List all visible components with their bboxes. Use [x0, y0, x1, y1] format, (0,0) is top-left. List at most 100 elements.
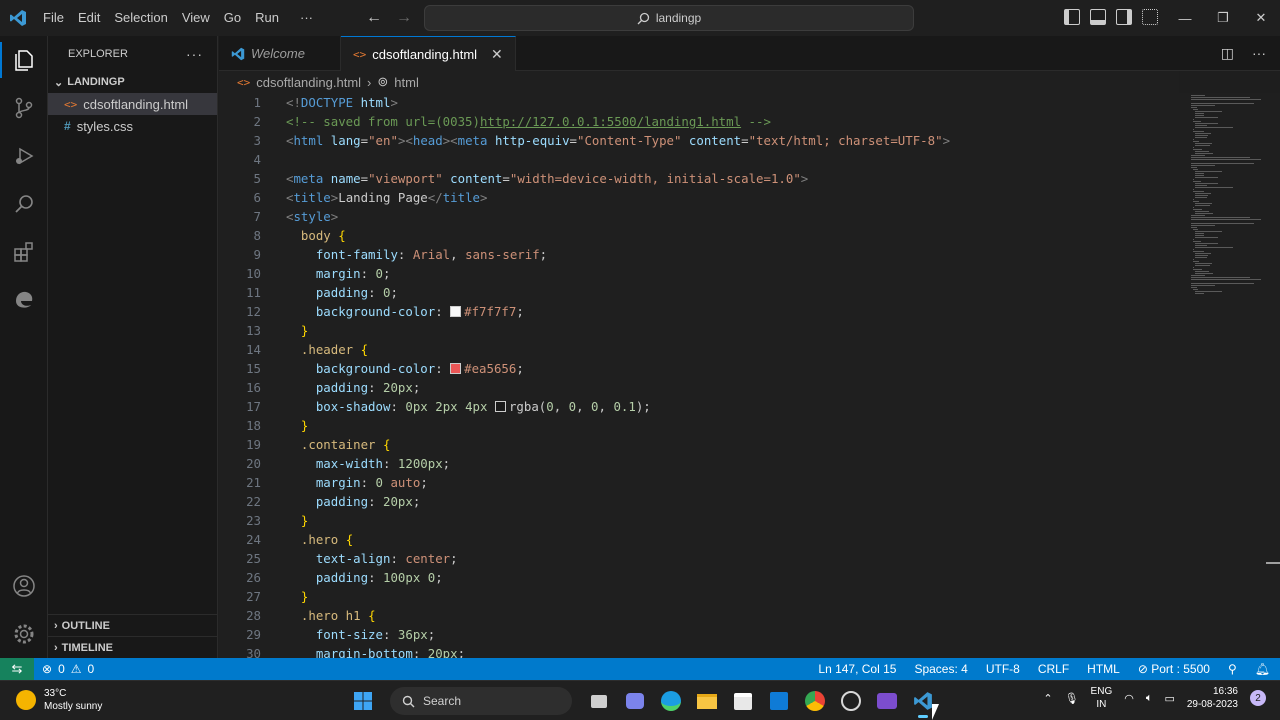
taskbar-search[interactable]: Search [390, 687, 572, 715]
split-editor-icon[interactable]: ◫ [1221, 45, 1234, 62]
minimap-line [1191, 277, 1250, 278]
minimap-line [1194, 237, 1218, 238]
timeline-section-header[interactable]: › TIMELINE [48, 636, 218, 658]
toggle-sidebar-icon[interactable] [1064, 9, 1080, 25]
minimap-line [1194, 293, 1204, 294]
minimize-icon[interactable]: — [1166, 0, 1204, 36]
wifi-icon[interactable]: ◠ [1124, 692, 1134, 705]
more-actions-icon[interactable]: ··· [186, 46, 203, 62]
volume-icon[interactable]: 🔈︎ [1146, 692, 1153, 705]
toggle-secondary-sidebar-icon[interactable] [1116, 9, 1132, 25]
minimap-line [1194, 153, 1213, 154]
weather-widget[interactable]: 33°C Mostly sunny [16, 687, 102, 713]
settings-gear-icon[interactable] [0, 610, 48, 658]
menu-selection[interactable]: Selection [107, 0, 174, 36]
back-arrow-icon[interactable]: ← [366, 8, 382, 28]
microphone-icon[interactable]: 🎙︎ [1065, 692, 1079, 705]
minimap-line [1194, 135, 1209, 136]
more-actions-icon[interactable]: ··· [1252, 45, 1266, 62]
encoding[interactable]: UTF-8 [986, 662, 1020, 676]
minimap-line [1192, 139, 1194, 140]
menu-more[interactable]: ··· [286, 0, 320, 36]
menu-edit[interactable]: Edit [71, 0, 107, 36]
line-number: 18 [246, 418, 261, 433]
tab-welcome[interactable]: Welcome [219, 36, 341, 71]
color-swatch[interactable] [450, 306, 462, 317]
obs-recorder-icon[interactable] [838, 688, 864, 714]
menu-run[interactable]: Run [248, 0, 286, 36]
chevron-down-icon: ⌄ [54, 76, 64, 89]
customize-layout-icon[interactable] [1142, 9, 1158, 25]
tab-cdsoftlanding[interactable]: <> cdsoftlanding.html ✕ [341, 36, 516, 71]
windows-start-icon[interactable] [350, 688, 376, 714]
breadcrumb-file[interactable]: cdsoftlanding.html [256, 75, 361, 90]
blue-app-icon[interactable] [766, 688, 792, 714]
minimap-line [1191, 155, 1205, 156]
indentation[interactable]: Spaces: 4 [914, 662, 967, 676]
port-label: Port : 5500 [1151, 662, 1210, 676]
language-mode[interactable]: HTML [1087, 662, 1120, 676]
explorer-icon[interactable] [0, 36, 48, 84]
task-view-icon[interactable] [586, 688, 612, 714]
code-line: 23 } [219, 511, 1185, 530]
accounts-icon[interactable] [0, 562, 48, 610]
color-swatch[interactable] [450, 363, 462, 374]
edge-devtools-icon[interactable] [0, 276, 48, 324]
search-icon[interactable] [0, 180, 48, 228]
chevron-up-icon[interactable]: ⌃ [1043, 692, 1052, 705]
problems-indicator[interactable]: ⊗ 0 ⚠ 0 [34, 662, 94, 676]
chrome-browser-icon[interactable] [802, 688, 828, 714]
warning-count: 0 [87, 662, 95, 676]
file-item-html[interactable]: <> cdsoftlanding.html [48, 93, 217, 115]
menu-go[interactable]: Go [217, 0, 248, 36]
line-number: 17 [246, 399, 261, 414]
live-server-port[interactable]: ⊘ Port : 5500 [1138, 662, 1210, 676]
code-editor[interactable]: 1 <!DOCTYPE html> 2 <!-- saved from url=(0… [219, 93, 1185, 658]
line-number: 14 [246, 342, 261, 357]
restore-icon[interactable]: ❐ [1204, 0, 1242, 36]
code-text: <meta name="viewport" content="width=dev… [286, 171, 809, 186]
minimap-line [1192, 267, 1194, 268]
close-tab-icon[interactable]: ✕ [491, 46, 503, 63]
minimap-line [1192, 147, 1194, 148]
error-count: 0 [58, 662, 65, 676]
menu-file[interactable]: File [36, 0, 71, 36]
code-text: body { [300, 228, 346, 243]
minimap-line [1194, 187, 1234, 188]
teams-chat-icon[interactable] [622, 688, 648, 714]
toggle-panel-icon[interactable] [1090, 9, 1106, 25]
clock[interactable]: 16:36 29-08-2023 [1187, 685, 1238, 711]
breadcrumb-symbol[interactable]: html [394, 75, 419, 90]
close-icon[interactable]: ✕ [1242, 0, 1280, 36]
code-line: 3 <html lang="en"><head><meta http-equiv=… [219, 131, 1185, 150]
folder-section-header[interactable]: ⌄ LANDINGP [48, 71, 217, 93]
run-debug-icon[interactable] [0, 132, 48, 180]
notifications-bell-icon[interactable]: 🔔︎ [1255, 662, 1270, 676]
feedback-icon[interactable]: ⚲ [1228, 662, 1237, 676]
line-ending[interactable]: CRLF [1038, 662, 1069, 676]
forward-arrow-icon[interactable]: → [396, 8, 412, 28]
line-number: 19 [246, 437, 261, 452]
cursor-position[interactable]: Ln 147, Col 15 [818, 662, 896, 676]
file-explorer-icon[interactable] [694, 688, 720, 714]
source-control-icon[interactable] [0, 84, 48, 132]
minimap-line [1191, 283, 1254, 284]
command-center-search[interactable]: landingp [424, 5, 914, 31]
clipchamp-icon[interactable] [874, 688, 900, 714]
file-item-css[interactable]: # styles.css [48, 115, 217, 137]
remote-indicator-icon[interactable]: ⇆ [0, 658, 34, 680]
battery-icon[interactable]: ▭ [1164, 692, 1174, 705]
edge-browser-icon[interactable] [658, 688, 684, 714]
code-line: 6 <title>Landing Page</title> [219, 188, 1185, 207]
color-swatch[interactable] [494, 401, 506, 412]
minimap[interactable] [1185, 93, 1280, 658]
notification-badge[interactable]: 2 [1250, 690, 1266, 706]
extensions-icon[interactable] [0, 228, 48, 276]
menu-view[interactable]: View [175, 0, 217, 36]
code-text: .hero h1 { [300, 608, 376, 623]
microsoft-store-icon[interactable] [730, 688, 756, 714]
input-language[interactable]: ENG IN [1091, 685, 1113, 711]
minimap-line [1194, 113, 1204, 114]
scrollbar-thumb[interactable] [1266, 562, 1280, 564]
outline-section-header[interactable]: › OUTLINE [48, 614, 218, 636]
